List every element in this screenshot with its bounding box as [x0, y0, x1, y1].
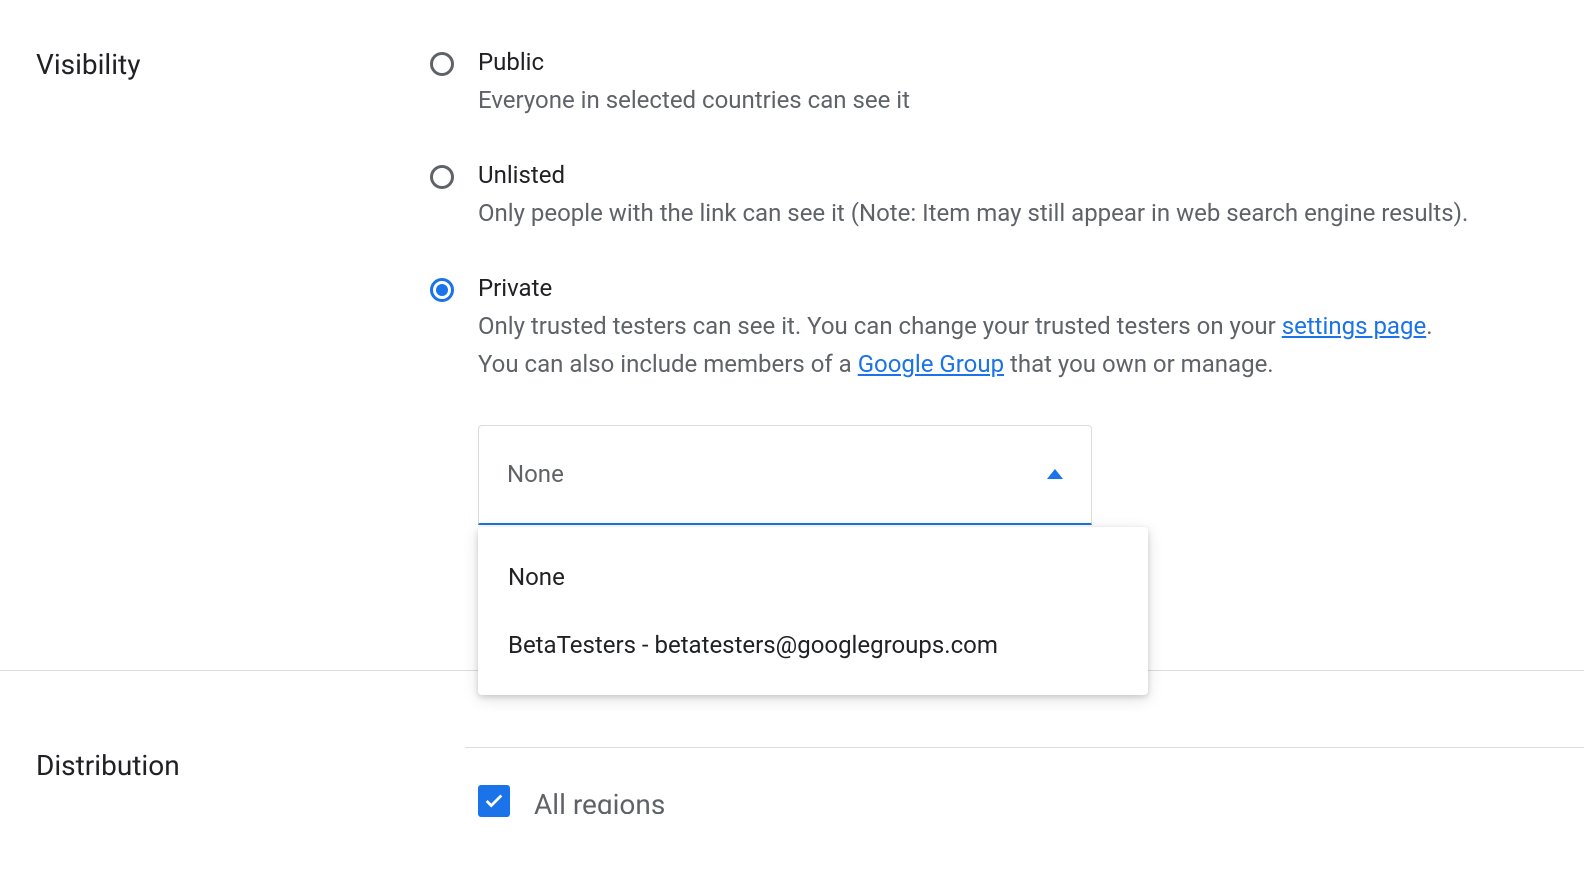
visibility-heading: Visibility	[36, 48, 430, 81]
visibility-section: Visibility Public Everyone in selected c…	[0, 0, 1584, 525]
distribution-label-column: Distribution	[0, 745, 430, 817]
visibility-content: Public Everyone in selected countries ca…	[430, 0, 1584, 525]
radio-label-public: Public	[478, 48, 910, 76]
radio-description-unlisted: Only people with the link can see it (No…	[478, 195, 1468, 232]
group-dropdown-wrapper: None None BetaTesters - betatesters@goog…	[478, 425, 1484, 525]
settings-page-link[interactable]: settings page	[1282, 312, 1426, 340]
distribution-content: All regions	[478, 745, 665, 817]
radio-label-private: Private	[478, 274, 1433, 302]
radio-text-group: Private Only trusted testers can see it.…	[478, 274, 1433, 382]
chevron-up-icon	[1047, 469, 1063, 479]
description-text: Only trusted testers can see it. You can…	[478, 312, 1282, 340]
dropdown-selected-value: None	[507, 460, 564, 488]
description-text: .	[1426, 312, 1432, 340]
radio-description-private: Only trusted testers can see it. You can…	[478, 308, 1433, 382]
checkmark-icon	[483, 790, 505, 812]
visibility-label-column: Visibility	[0, 0, 430, 525]
all-regions-label: All regions	[534, 788, 665, 814]
radio-icon-selected[interactable]	[430, 278, 454, 302]
radio-icon[interactable]	[430, 165, 454, 189]
visibility-option-unlisted[interactable]: Unlisted Only people with the link can s…	[430, 161, 1484, 232]
all-regions-checkbox[interactable]	[478, 785, 510, 817]
radio-icon[interactable]	[430, 52, 454, 76]
radio-label-unlisted: Unlisted	[478, 161, 1468, 189]
radio-text-group: Unlisted Only people with the link can s…	[478, 161, 1468, 232]
radio-text-group: Public Everyone in selected countries ca…	[478, 48, 910, 119]
radio-description-public: Everyone in selected countries can see i…	[478, 82, 910, 119]
distribution-section: Distribution All regions	[0, 745, 1584, 817]
description-text: that you own or manage.	[1004, 350, 1274, 378]
visibility-option-private[interactable]: Private Only trusted testers can see it.…	[430, 274, 1484, 382]
group-dropdown[interactable]: None	[478, 425, 1092, 525]
distribution-heading: Distribution	[36, 749, 430, 782]
google-group-link[interactable]: Google Group	[858, 350, 1004, 378]
visibility-option-public[interactable]: Public Everyone in selected countries ca…	[430, 48, 1484, 119]
group-dropdown-menu: None BetaTesters - betatesters@googlegro…	[478, 527, 1148, 695]
dropdown-option-betatesters[interactable]: BetaTesters - betatesters@googlegroups.c…	[478, 611, 1148, 679]
dropdown-option-none[interactable]: None	[478, 543, 1148, 611]
description-text: You can also include members of a	[478, 350, 858, 378]
